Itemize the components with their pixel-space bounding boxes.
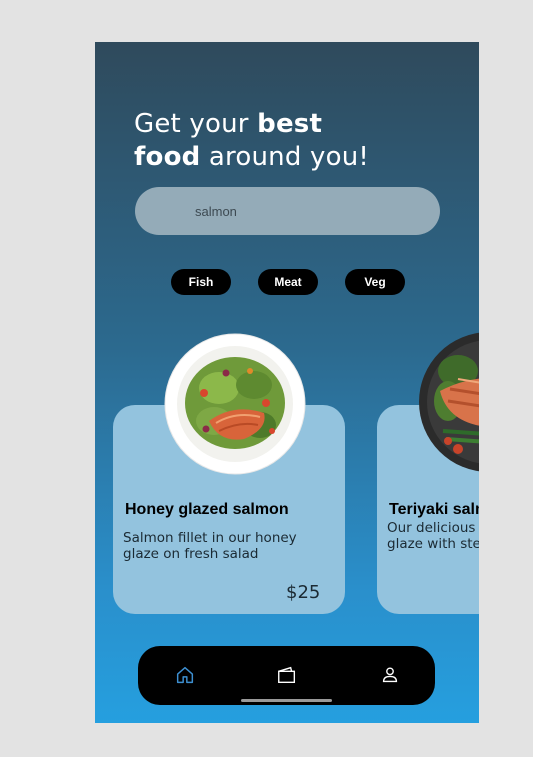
bottom-nav [138, 646, 435, 705]
app-screen: Get your best food around you! salmon Fi… [95, 42, 479, 723]
food-card-title: Honey glazed salmon [125, 501, 289, 518]
home-icon[interactable] [174, 664, 196, 686]
category-chip-veg[interactable]: Veg [345, 269, 405, 295]
home-indicator [241, 699, 332, 702]
food-card-description: Our delicious salmon in teriyaki glaze w… [387, 520, 479, 552]
food-card-price: $25 [286, 582, 321, 603]
user-icon[interactable] [379, 664, 401, 686]
category-chip-fish[interactable]: Fish [171, 269, 231, 295]
category-chip-label: Meat [274, 275, 302, 289]
category-chip-meat[interactable]: Meat [258, 269, 318, 295]
page-title: Get your best food around you! [134, 108, 434, 174]
title-line1-bold: best [257, 109, 323, 139]
salmon-salad-image [164, 333, 306, 475]
category-chip-label: Veg [364, 275, 386, 289]
food-card-title: Teriyaki salmon [389, 501, 479, 518]
title-line2-bold: food [134, 142, 201, 172]
search-input[interactable]: salmon [135, 187, 440, 235]
category-chip-label: Fish [188, 275, 214, 289]
title-line2-regular: around you! [200, 142, 369, 172]
search-value: salmon [195, 203, 237, 219]
title-line1-regular: Get your [134, 109, 258, 139]
wallet-icon[interactable] [276, 664, 298, 686]
teriyaki-salmon-image [419, 332, 479, 472]
food-card-description: Salmon fillet in our honey glaze on fres… [123, 530, 297, 562]
